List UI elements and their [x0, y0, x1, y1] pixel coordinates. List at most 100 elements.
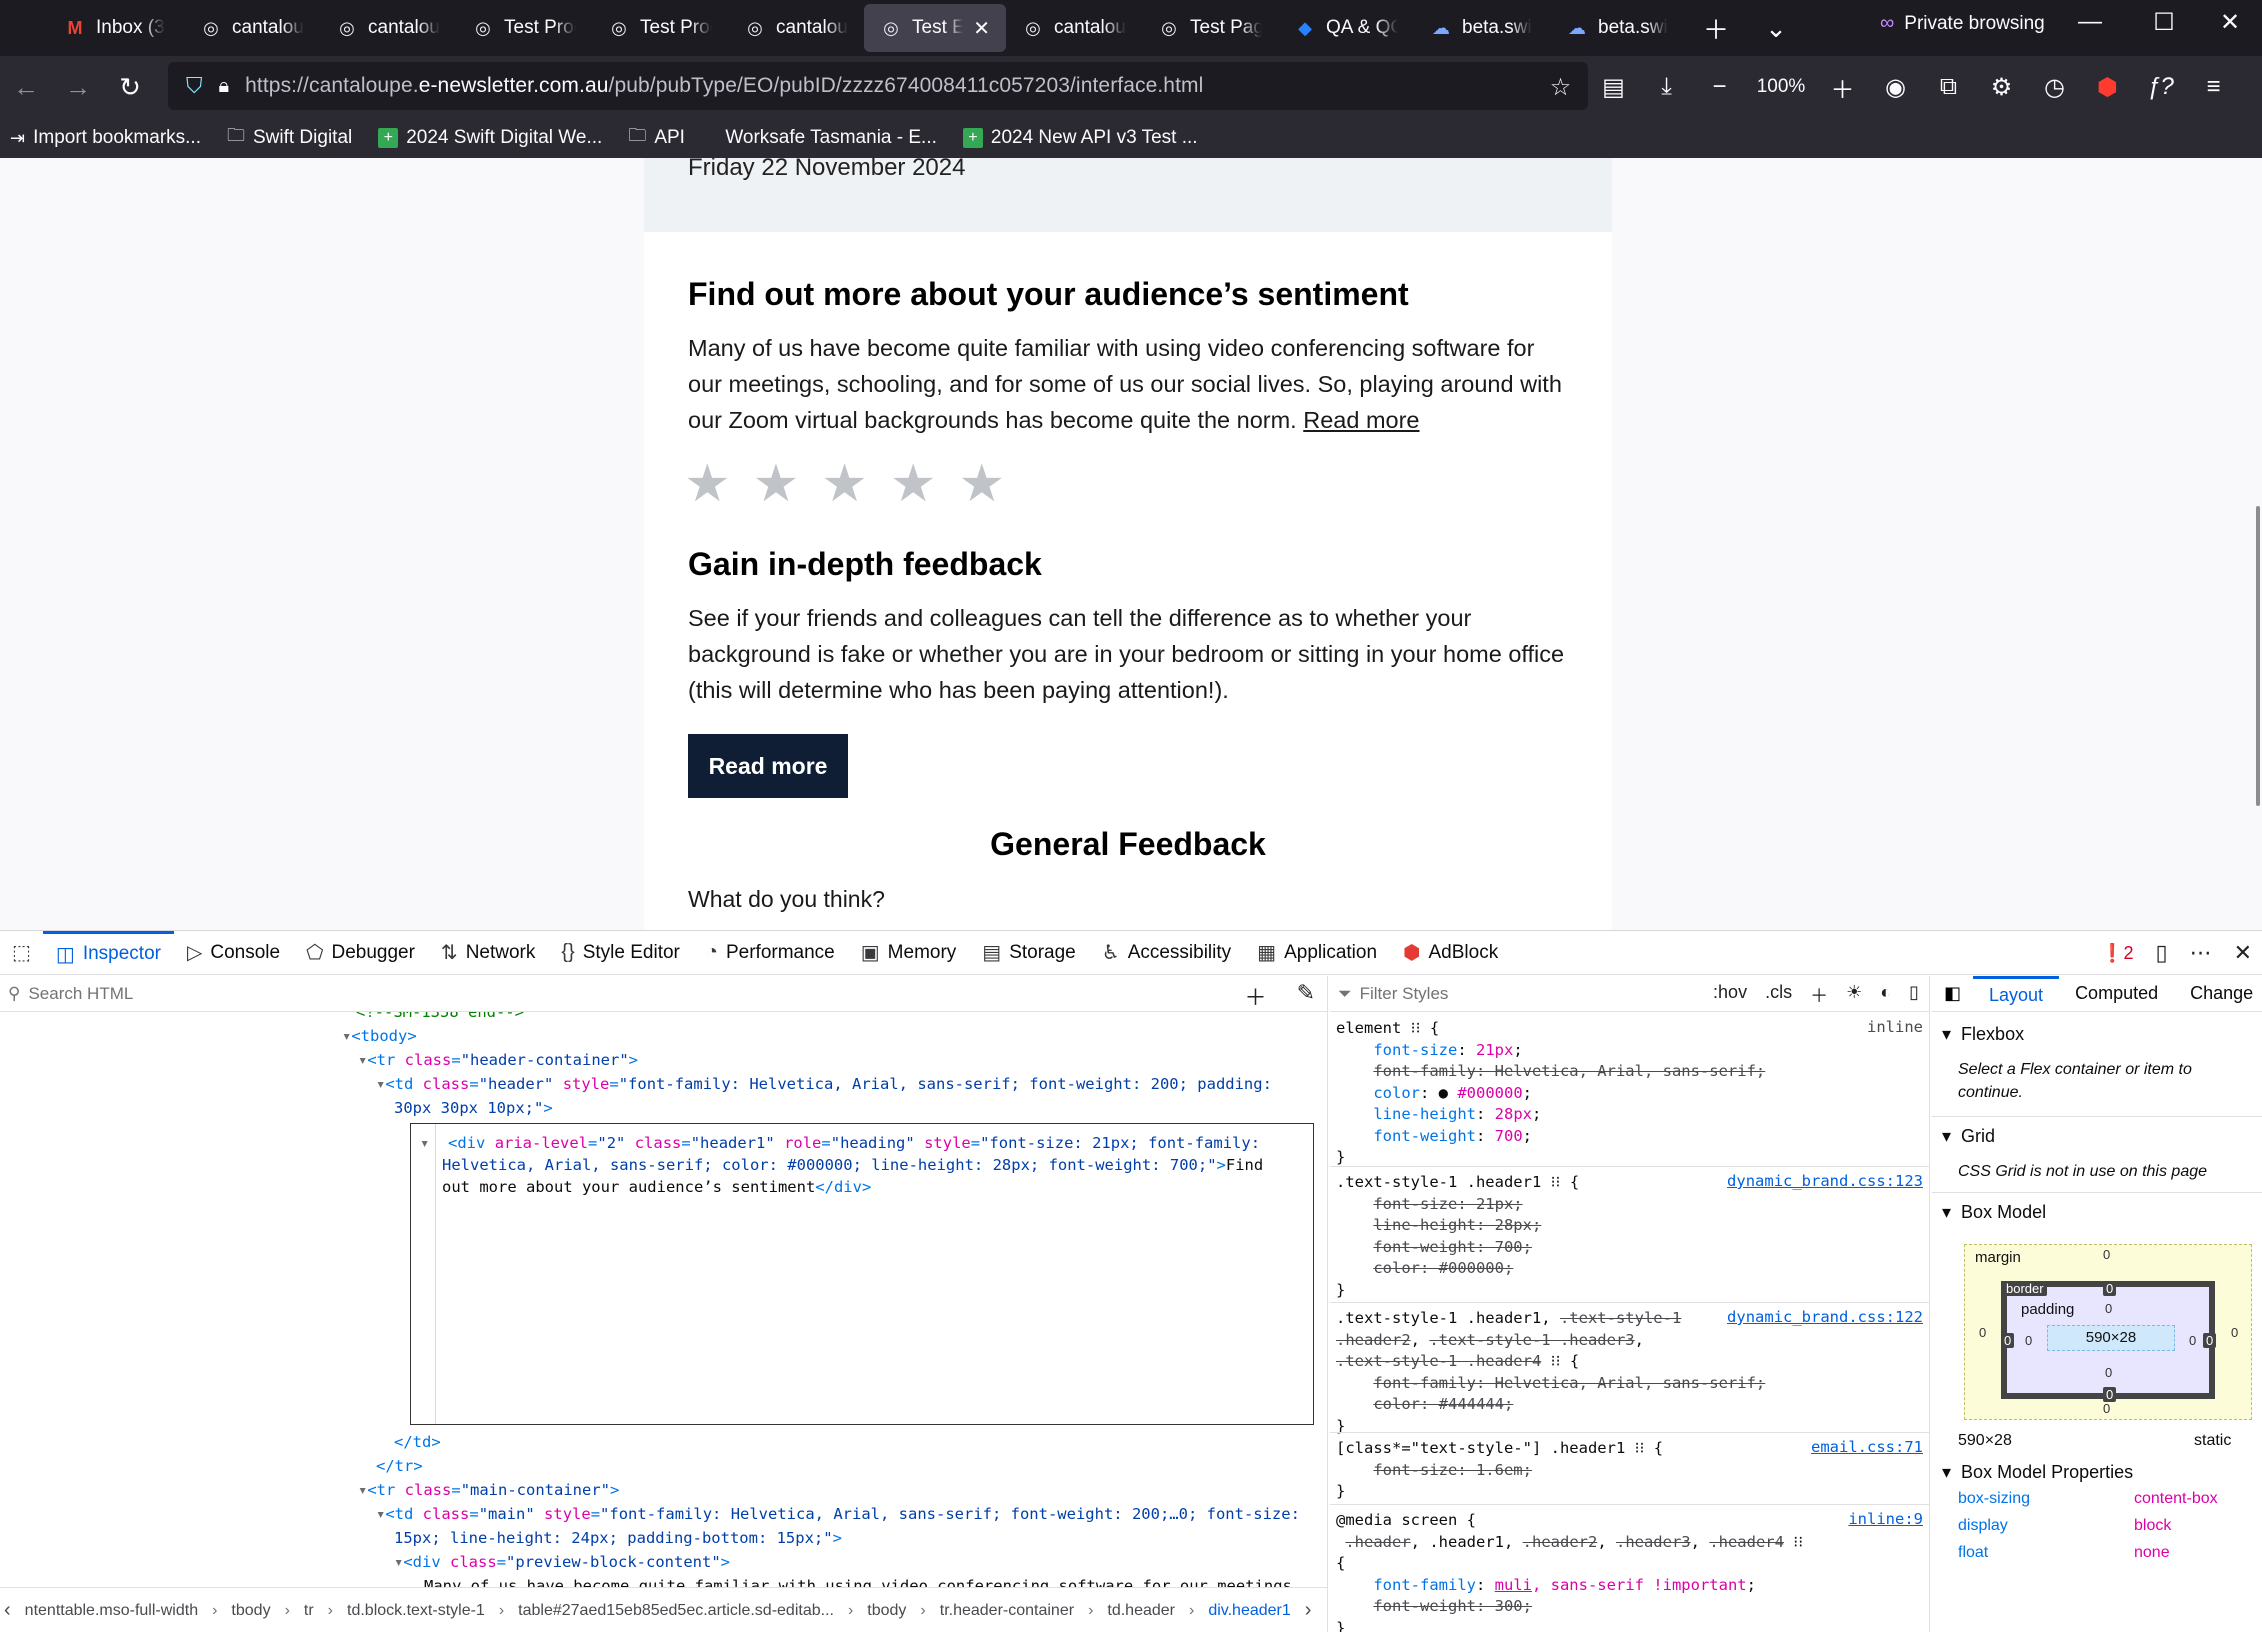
tree-line[interactable]: out more about your audience’s sentiment…: [442, 1175, 871, 1199]
breadcrumb-item[interactable]: ntenttable.mso-full-width: [25, 1602, 198, 1620]
tab-console[interactable]: ▷ Console: [174, 931, 293, 975]
prop-value[interactable]: none: [2134, 1544, 2170, 1562]
tracking-protection-shield-icon[interactable]: ⛉: [186, 73, 203, 99]
close-window-button[interactable]: ✕: [2200, 8, 2260, 37]
browser-tab[interactable]: ◎ Test E ✕: [864, 4, 1006, 52]
page-scrollbar[interactable]: [2256, 506, 2260, 806]
padding-top-value[interactable]: 0: [2105, 1301, 2112, 1316]
tab-application[interactable]: ▦ Application: [1244, 931, 1390, 975]
tree-line[interactable]: </td>: [394, 1430, 441, 1454]
tree-line[interactable]: Helvetica, Arial, sans-serif; color: #00…: [442, 1153, 1263, 1177]
breadcrumb-item[interactable]: td.block.text-style-1: [347, 1602, 485, 1620]
tab-layout[interactable]: Layout: [1973, 976, 2060, 1012]
tree-line[interactable]: ▾<tbody>: [342, 1024, 417, 1048]
tree-line[interactable]: 15px; line-height: 24px; padding-bottom:…: [394, 1526, 842, 1550]
browser-tab[interactable]: ☁ beta.swi: [1550, 4, 1686, 52]
tree-line[interactable]: ▾<div class="preview-block-content">: [394, 1550, 730, 1574]
margin-bottom-value[interactable]: 0: [2103, 1401, 2110, 1416]
more-options-icon[interactable]: ⋯: [2190, 940, 2212, 966]
responsive-design-icon[interactable]: ▯: [2155, 940, 2167, 966]
tab-memory[interactable]: ▣ Memory: [848, 931, 970, 975]
margin-left-value[interactable]: 0: [1979, 1325, 1986, 1340]
padding-left-value[interactable]: 0: [2025, 1333, 2032, 1348]
boxmodel-section-header[interactable]: ▾ Box Model: [1942, 1202, 2046, 1223]
tree-line[interactable]: 30px 30px 10px;">: [394, 1096, 553, 1120]
search-html-bar[interactable]: ⚲ Search HTML ＋ ✎: [0, 976, 1327, 1012]
rating-star[interactable]: ★: [959, 458, 1006, 510]
tree-line[interactable]: </tr>: [376, 1454, 423, 1478]
forward-button[interactable]: →: [52, 72, 104, 103]
tree-line[interactable]: ▾ <div aria-level="2" class="header1" ro…: [420, 1131, 1260, 1155]
tab-computed[interactable]: Computed: [2059, 976, 2174, 1012]
box-model-content-size[interactable]: 590×28: [2047, 1325, 2175, 1351]
rule-text-style-header1[interactable]: .text-style-1 .header1 ⁝⁝ { font-size: 2…: [1336, 1172, 1579, 1301]
tab-changes[interactable]: Change: [2174, 976, 2262, 1012]
breadcrumb-item[interactable]: tbody: [867, 1602, 906, 1620]
rule-source-link[interactable]: email.css:71: [1811, 1438, 1923, 1456]
prop-value[interactable]: content-box: [2134, 1490, 2218, 1508]
menu-hamburger-icon[interactable]: ≡: [2187, 73, 2240, 101]
browser-tab[interactable]: ◎ Test Proc: [456, 4, 592, 52]
border-left-value[interactable]: 0: [2001, 1333, 2015, 1348]
bookmark-swift-digital[interactable]: 🗀 Swift Digital: [227, 123, 352, 153]
toggle-sidebar-icon[interactable]: ◧: [1932, 983, 1973, 1004]
tab-debugger[interactable]: ⬠ Debugger: [293, 931, 428, 975]
breadcrumb-item[interactable]: table#27aed15eb85ed5ec.article.sd-editab…: [518, 1602, 834, 1620]
tab-adblock[interactable]: ⬢ AdBlock: [1390, 931, 1511, 975]
box-model-properties-header[interactable]: ▾ Box Model Properties: [1942, 1462, 2133, 1483]
rating-star[interactable]: ★: [821, 458, 868, 510]
read-more-link[interactable]: Read more: [1303, 407, 1419, 433]
rule-source-link[interactable]: inline:9: [1848, 1510, 1923, 1528]
eyedropper-icon[interactable]: ✎: [1297, 980, 1315, 1012]
filter-styles-input[interactable]: Filter Styles: [1360, 984, 1449, 1004]
tab-inspector[interactable]: ◫ Inspector: [42, 930, 174, 975]
error-count-badge[interactable]: ❗2: [2101, 943, 2133, 964]
breadcrumb-scroll-right-icon[interactable]: ›: [1305, 1599, 1312, 1622]
rule-element[interactable]: element ⁝⁝ { font-size: 21px; font-famil…: [1336, 1018, 1765, 1169]
downloads-icon[interactable]: ⤓: [1640, 73, 1693, 101]
bookmark-star-icon[interactable]: ☆: [1534, 73, 1587, 102]
browser-tab[interactable]: M Inbox (3: [48, 4, 184, 52]
rating-star[interactable]: ★: [890, 458, 937, 510]
zoom-level[interactable]: 100%: [1746, 76, 1816, 98]
box-model-margin[interactable]: margin 0 0 0 0 border 0 0 0 0 padding 0 …: [1964, 1244, 2252, 1420]
rule-source-link[interactable]: dynamic_brand.css:122: [1727, 1308, 1923, 1326]
margin-top-value[interactable]: 0: [2103, 1247, 2110, 1262]
light-theme-icon[interactable]: ☀: [1846, 982, 1862, 1008]
bookmark-import[interactable]: ⇥ Import bookmarks...: [10, 127, 201, 149]
back-button[interactable]: ←: [0, 72, 52, 103]
minimize-button[interactable]: —: [2060, 8, 2120, 36]
prop-value[interactable]: block: [2134, 1517, 2171, 1535]
border-right-value[interactable]: 0: [2203, 1333, 2217, 1348]
adblock-icon[interactable]: ⬢: [2081, 73, 2134, 102]
add-node-icon[interactable]: ＋: [1245, 980, 1267, 1012]
read-more-button[interactable]: Read more: [688, 734, 848, 798]
reload-button[interactable]: ↻: [104, 72, 156, 103]
tree-line[interactable]: ▾<td class="header" style="font-family: …: [376, 1072, 1272, 1096]
rule-text-style-headers[interactable]: .text-style-1 .header1, .text-style-1 .h…: [1336, 1308, 1765, 1437]
flexbox-section-header[interactable]: ▾ Flexbox: [1942, 1024, 2024, 1045]
browser-tab[interactable]: ◎ cantalou: [1006, 4, 1142, 52]
tree-line[interactable]: Many of us have become quite familiar wi…: [424, 1574, 1301, 1587]
dark-theme-icon[interactable]: ◐: [1880, 982, 1891, 1008]
close-devtools-icon[interactable]: ✕: [2234, 940, 2252, 966]
account-icon[interactable]: ◉: [1869, 73, 1922, 102]
border-top-value[interactable]: 0: [2103, 1281, 2117, 1296]
browser-tab[interactable]: ◆ QA & QC: [1278, 4, 1414, 52]
bookmark-api[interactable]: 🗀 API: [628, 123, 685, 153]
breadcrumb-item[interactable]: tr.header-container: [940, 1602, 1074, 1620]
padding-bottom-value[interactable]: 0: [2105, 1365, 2112, 1380]
history-icon[interactable]: ◷: [2028, 73, 2081, 102]
rule-class-text-style[interactable]: [class*="text-style-"] .header1 ⁝⁝ { fon…: [1336, 1438, 1663, 1503]
extensions-icon[interactable]: ⧉: [1922, 73, 1975, 101]
url-text[interactable]: https://cantaloupe.e-newsletter.com.au/p…: [245, 74, 1203, 98]
settings-gear-icon[interactable]: ⚙: [1975, 73, 2028, 102]
function-icon[interactable]: ƒ?: [2134, 73, 2187, 101]
close-tab-icon[interactable]: ✕: [973, 16, 990, 41]
browser-tab[interactable]: ◎ Test Proc: [592, 4, 728, 52]
tab-storage[interactable]: ▤ Storage: [969, 931, 1088, 975]
reader-view-icon[interactable]: ▤: [1587, 73, 1640, 102]
rating-star[interactable]: ★: [684, 458, 731, 510]
print-media-icon[interactable]: ▯: [1909, 982, 1919, 1008]
maximize-button[interactable]: ☐: [2134, 8, 2194, 37]
